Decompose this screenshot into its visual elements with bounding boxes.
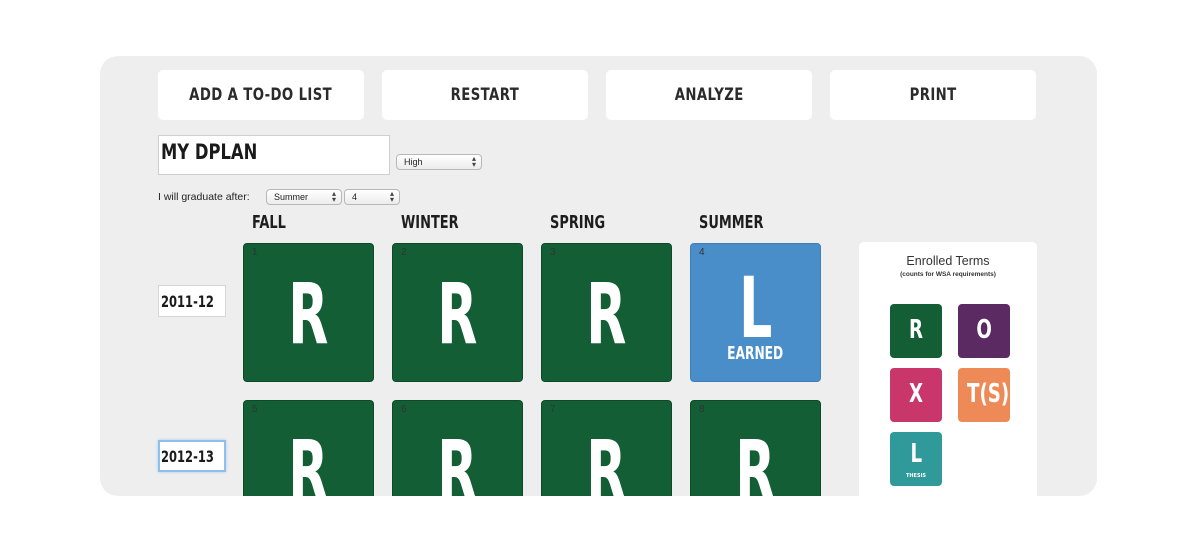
term-tile[interactable]: 1 R	[243, 243, 374, 382]
term-number: 5	[252, 404, 258, 415]
term-tile[interactable]: 7 R	[541, 400, 672, 496]
restart-button[interactable]: RESTART	[382, 70, 588, 120]
year-input[interactable]: 2011-12	[158, 285, 226, 317]
season-header-spring: SPRING	[550, 212, 606, 233]
enrolled-terms-legend: Enrolled Terms (counts for WSA requireme…	[859, 242, 1037, 496]
season-header-summer: SUMMER	[699, 212, 764, 233]
term-status: EARNED	[727, 343, 784, 364]
add-todo-list-button[interactable]: ADD A TO-DO LIST	[158, 70, 364, 120]
plan-name-input[interactable]: MY DPLAN	[158, 135, 390, 175]
term-letter: R	[586, 265, 627, 363]
term-letter: R	[437, 422, 478, 496]
term-tile[interactable]: 6 R	[392, 400, 523, 496]
select-arrows-icon: ▴ ▾	[331, 189, 336, 204]
analyze-button[interactable]: ANALYZE	[606, 70, 812, 120]
term-letter: R	[437, 265, 478, 363]
graduation-number-select[interactable]: 4 ▴ ▾	[344, 189, 400, 205]
legend-chip-x[interactable]: X	[890, 368, 942, 422]
term-number: 6	[401, 404, 407, 415]
season-header-winter: WINTER	[401, 212, 459, 233]
graduation-term-select[interactable]: Summer ▴ ▾	[266, 189, 342, 205]
legend-chip-sub: THESIS	[905, 473, 927, 479]
term-letter: R	[735, 422, 776, 496]
term-number: 4	[699, 247, 705, 258]
term-tile[interactable]: 3 R	[541, 243, 672, 382]
legend-chip-l[interactable]: L THESIS	[890, 432, 942, 486]
select-arrows-icon: ▴ ▾	[389, 189, 394, 204]
legend-subtitle: (counts for WSA requirements)	[900, 271, 996, 278]
legend-title: Enrolled Terms	[906, 254, 990, 268]
term-letter: R	[288, 422, 329, 496]
term-letter: L	[738, 259, 773, 357]
legend-chip-ts[interactable]: T(S)	[958, 368, 1010, 422]
term-number: 3	[550, 247, 556, 258]
term-number: 2	[401, 247, 407, 258]
term-number: 7	[550, 404, 556, 415]
term-tile[interactable]: 5 R	[243, 400, 374, 496]
term-tile[interactable]: 4 L EARNED	[690, 243, 821, 382]
legend-chip-o[interactable]: O	[958, 304, 1010, 358]
year-input[interactable]: 2012-13	[158, 440, 226, 472]
term-letter: R	[288, 265, 329, 363]
level-select[interactable]: High ▴ ▾	[396, 154, 482, 170]
select-arrows-icon: ▴ ▾	[471, 154, 476, 169]
graduate-after-label: I will graduate after:	[158, 191, 250, 203]
term-number: 8	[699, 404, 705, 415]
term-tile[interactable]: 2 R	[392, 243, 523, 382]
dplan-panel: ADD A TO-DO LIST RESTART ANALYZE PRINT M…	[100, 56, 1097, 496]
term-letter: R	[586, 422, 627, 496]
term-number: 1	[252, 247, 258, 258]
print-button[interactable]: PRINT	[830, 70, 1036, 120]
legend-chip-r[interactable]: R	[890, 304, 942, 358]
season-header-fall: FALL	[252, 212, 286, 233]
term-tile[interactable]: 8 R	[690, 400, 821, 496]
